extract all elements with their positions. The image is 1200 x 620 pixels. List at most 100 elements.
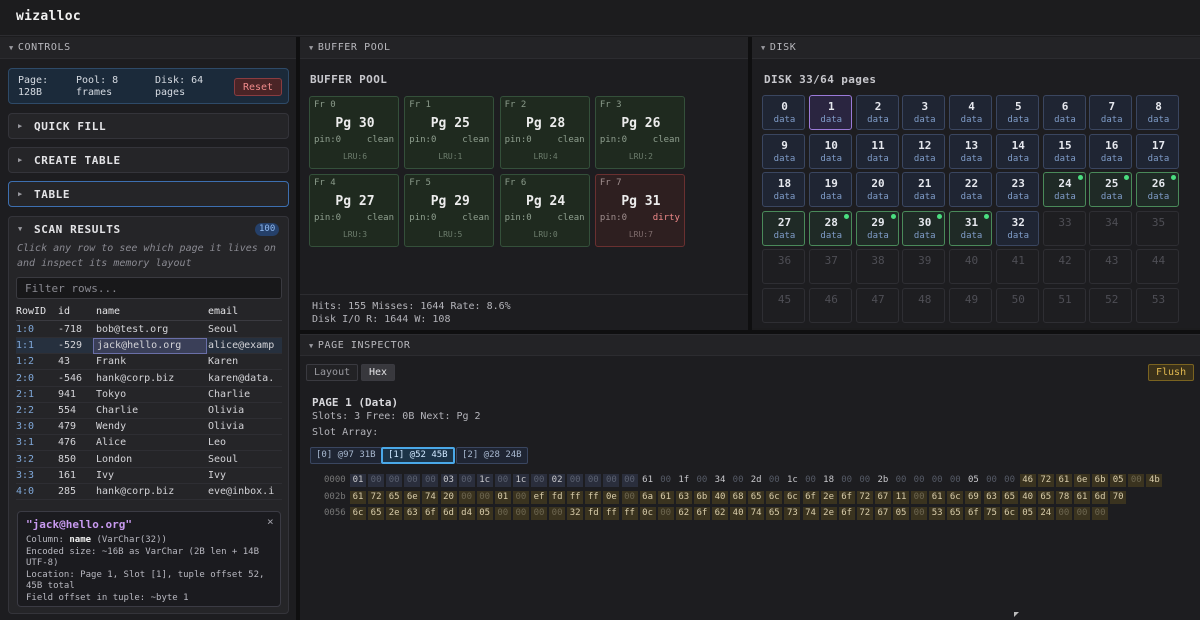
disk-page[interactable]: 1 data xyxy=(808,95,852,130)
disk-page[interactable]: 38 xyxy=(855,249,899,285)
hex-byte[interactable]: 70 xyxy=(1110,490,1127,504)
hex-byte[interactable]: 00 xyxy=(512,490,529,504)
hex-byte[interactable]: 18 xyxy=(821,474,837,487)
hex-byte[interactable]: 24 xyxy=(1037,507,1054,521)
hex-byte[interactable]: 1c xyxy=(784,474,800,487)
buffer-frame[interactable]: Fr 1 Pg 25 pin:0 clean LRU:1 xyxy=(404,96,495,169)
disk-page[interactable]: 50 xyxy=(995,288,1039,323)
hex-byte[interactable]: 40 xyxy=(1019,490,1036,504)
hex-byte[interactable]: 2e xyxy=(820,490,837,504)
hex-byte[interactable]: 61 xyxy=(350,490,366,504)
disk-page[interactable]: 20 data xyxy=(855,172,899,208)
disk-page[interactable]: 35 xyxy=(1136,210,1179,246)
hex-byte[interactable]: 00 xyxy=(422,474,439,487)
disk-page[interactable]: 45 xyxy=(762,288,805,323)
hex-byte[interactable]: 72 xyxy=(368,490,385,504)
table-row[interactable]: 3:2 850 London Seoul xyxy=(16,452,282,468)
hex-byte[interactable]: 68 xyxy=(730,490,747,504)
hex-byte[interactable]: 61 xyxy=(1074,490,1090,504)
buffer-frame[interactable]: Fr 5 Pg 29 pin:0 clean LRU:5 xyxy=(404,173,495,247)
disk-page[interactable]: 52 xyxy=(1089,288,1133,323)
hex-byte[interactable]: 62 xyxy=(675,507,692,521)
hex-byte[interactable]: 6c xyxy=(947,490,964,504)
hex-byte[interactable]: 6b xyxy=(693,490,710,504)
disk-page[interactable]: 0 data xyxy=(762,95,805,130)
table-row[interactable]: 2:0 -546 hank@corp.biz karen@data. xyxy=(16,371,282,387)
hex-byte[interactable]: 00 xyxy=(603,474,620,487)
hex-byte[interactable]: 20 xyxy=(440,490,457,504)
disk-page[interactable]: 47 xyxy=(855,288,899,323)
hex-byte[interactable]: 00 xyxy=(857,474,873,487)
disk-page[interactable]: 46 xyxy=(808,288,852,323)
page-inspector-panel-header[interactable]: ▼ PAGE INSPECTOR xyxy=(300,334,1200,356)
hex-byte[interactable]: 65 xyxy=(766,507,783,521)
hex-byte[interactable]: 01 xyxy=(350,474,366,487)
flush-button[interactable]: Flush xyxy=(1148,364,1195,381)
hex-byte[interactable]: 2e xyxy=(820,507,837,521)
hex-byte[interactable]: 6f xyxy=(693,507,710,521)
hex-byte[interactable]: 00 xyxy=(621,474,638,487)
hex-byte[interactable]: 00 xyxy=(531,507,547,521)
disk-page[interactable]: 18 data xyxy=(762,172,805,208)
controls-panel-header[interactable]: ▼ CONTROLS xyxy=(0,37,296,59)
disk-page[interactable]: 14 data xyxy=(995,133,1039,169)
hex-byte[interactable]: 0e xyxy=(603,490,620,504)
hex-byte[interactable]: 00 xyxy=(911,507,928,521)
hex-byte[interactable]: 00 xyxy=(494,507,511,521)
buffer-frame[interactable]: Fr 0 Pg 30 pin:0 clean LRU:6 xyxy=(309,96,399,169)
hex-byte[interactable]: 00 xyxy=(512,507,529,521)
disk-page[interactable]: 12 data xyxy=(902,133,946,169)
hex-byte[interactable]: 00 xyxy=(1055,507,1072,521)
hex-byte[interactable]: 6d xyxy=(440,507,457,521)
hex-byte[interactable]: 6f xyxy=(838,490,855,504)
disk-page[interactable]: 41 xyxy=(995,249,1039,285)
disk-page[interactable]: 30 data xyxy=(902,210,946,246)
disk-page[interactable]: 42 xyxy=(1042,249,1086,285)
table-row[interactable]: 1:1 -529 jack@hello.org alice@examp xyxy=(16,338,282,355)
hex-byte[interactable]: 65 xyxy=(748,490,765,504)
hex-byte[interactable]: 00 xyxy=(1002,474,1018,487)
hex-byte[interactable]: 63 xyxy=(983,490,1000,504)
hex-byte[interactable]: 65 xyxy=(386,490,403,504)
hex-byte[interactable]: 69 xyxy=(965,490,982,504)
hex-byte[interactable]: 00 xyxy=(585,474,602,487)
hex-byte[interactable]: 6d xyxy=(1092,490,1109,504)
hex-byte[interactable]: 1c xyxy=(512,474,529,487)
hex-byte[interactable]: 6e xyxy=(404,490,421,504)
hex-byte[interactable]: fd xyxy=(549,490,566,504)
hex-byte[interactable]: 78 xyxy=(1055,490,1072,504)
hex-byte[interactable]: 00 xyxy=(368,474,385,487)
hex-byte[interactable]: 00 xyxy=(657,507,674,521)
hex-byte[interactable]: 67 xyxy=(874,490,891,504)
hex-byte[interactable]: 00 xyxy=(458,490,475,504)
hex-byte[interactable]: 00 xyxy=(947,474,963,487)
close-icon[interactable]: × xyxy=(267,515,274,528)
hex-byte[interactable]: 11 xyxy=(893,490,909,504)
hex-byte[interactable]: 6b xyxy=(1092,474,1109,487)
disk-page[interactable]: 48 xyxy=(902,288,946,323)
disk-page[interactable]: 51 xyxy=(1042,288,1086,323)
hex-byte[interactable]: ff xyxy=(603,507,620,521)
hex-byte[interactable]: 01 xyxy=(494,490,511,504)
disk-page[interactable]: 32 data xyxy=(995,210,1039,246)
hex-byte[interactable]: 0c xyxy=(639,507,656,521)
hex-byte[interactable]: 2e xyxy=(386,507,403,521)
tab-hex[interactable]: Hex xyxy=(361,364,396,381)
collapse-triangle-icon[interactable]: ▼ xyxy=(18,225,22,233)
hex-byte[interactable]: 6f xyxy=(802,490,819,504)
hex-byte[interactable]: 00 xyxy=(567,474,584,487)
hex-byte[interactable]: 6f xyxy=(838,507,855,521)
hex-byte[interactable]: ef xyxy=(531,490,547,504)
hex-byte[interactable]: 74 xyxy=(422,490,439,504)
buffer-frame[interactable]: Fr 6 Pg 24 pin:0 clean LRU:0 xyxy=(499,173,590,247)
hex-byte[interactable]: 65 xyxy=(1037,490,1054,504)
hex-byte[interactable]: 00 xyxy=(730,474,746,487)
hex-byte[interactable]: 00 xyxy=(386,474,403,487)
create-table-section[interactable]: ▶ CREATE TABLE xyxy=(8,147,289,173)
disk-page[interactable]: 33 xyxy=(1042,210,1086,246)
hex-byte[interactable]: 00 xyxy=(531,474,547,487)
disk-page[interactable]: 6 data xyxy=(1042,95,1086,130)
table-row[interactable]: 3:1 476 Alice Leo xyxy=(16,435,282,452)
panel-divider[interactable] xyxy=(296,37,300,620)
hex-byte[interactable]: 40 xyxy=(730,507,747,521)
